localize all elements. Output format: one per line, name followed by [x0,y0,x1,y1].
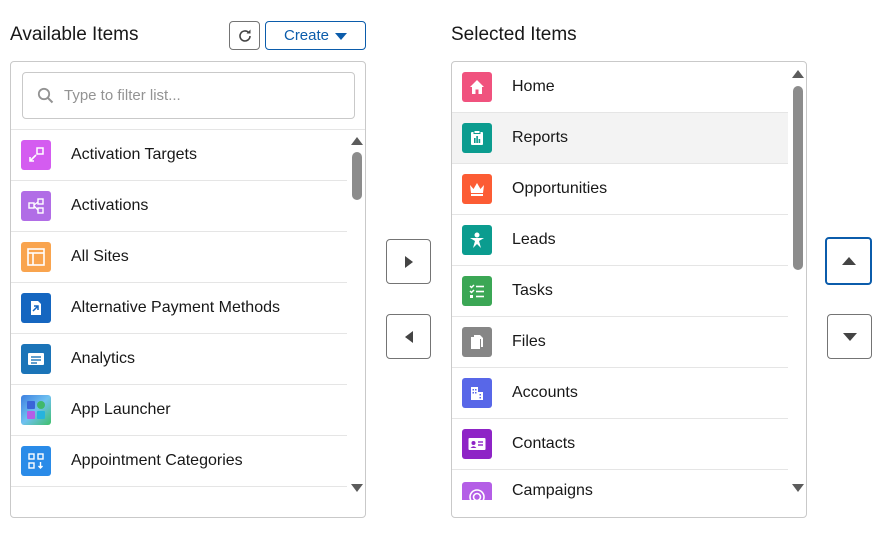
filter-field[interactable] [22,72,355,119]
list-item[interactable]: Activation Targets [11,130,347,181]
refresh-icon [238,29,251,42]
list-item-label: Campaigns [512,482,593,499]
list-item[interactable]: App Launcher [11,385,347,436]
list-item[interactable]: Leads [452,215,788,266]
home-icon [462,72,492,102]
move-to-available-button[interactable] [386,314,431,359]
scroll-up-arrow-icon[interactable] [351,137,363,145]
create-button[interactable]: Create [265,21,366,50]
list-item-label: Opportunities [512,180,608,197]
list-item-label: Alternative Payment Methods [71,299,280,316]
list-item-label: Reports [512,129,569,146]
tasks-icon [462,276,492,306]
list-item-label: App Launcher [71,401,171,418]
list-item-label: All Sites [71,248,129,265]
available-scrollbar[interactable] [349,134,365,496]
activation-targets-icon [21,140,51,170]
contacts-icon [462,429,492,459]
move-up-icon [841,257,856,265]
list-item-label: Tasks [512,282,553,299]
search-icon [37,87,54,104]
scroll-down-arrow-icon[interactable] [351,484,363,492]
list-item[interactable]: Accounts [452,368,788,419]
list-item[interactable]: Analytics [11,334,347,385]
activations-icon [21,191,51,221]
scroll-down-arrow-icon[interactable] [792,484,804,492]
list-item[interactable]: Activations [11,181,347,232]
list-item-label: Accounts [512,384,578,401]
list-item-label: Files [512,333,546,350]
list-item[interactable]: Home [452,62,788,113]
list-item-label: Analytics [71,350,136,367]
campaigns-icon [462,482,492,500]
accounts-icon [462,378,492,408]
leads-icon [462,225,492,255]
opportunities-icon [462,174,492,204]
list-item[interactable]: Tasks [452,266,788,317]
move-right-icon [404,255,413,268]
scroll-thumb[interactable] [793,86,803,270]
selected-scrollbar[interactable] [790,68,806,496]
filter-input[interactable] [64,87,324,104]
available-rows: Activation Targets Activations All Sites… [11,130,347,487]
list-item[interactable]: Appointment Categories [11,436,347,487]
available-items-title: Available Items [10,24,139,45]
app-launcher-icon [21,395,51,425]
available-items-list: Activation Targets Activations All Sites… [10,61,366,518]
create-label: Create [283,27,330,44]
list-item-label: Home [512,78,555,95]
list-item[interactable]: Alternative Payment Methods [11,283,347,334]
list-item-label: Appointment Categories [71,452,243,469]
analytics-icon [21,344,51,374]
appointment-categories-icon [21,446,51,476]
list-item[interactable]: Opportunities [452,164,788,215]
list-item[interactable]: All Sites [11,232,347,283]
list-item-label: Activation Targets [71,146,197,163]
scroll-up-arrow-icon[interactable] [792,70,804,78]
reports-icon [462,123,492,153]
list-item-label: Leads [512,231,556,248]
move-up-button[interactable] [825,237,872,285]
move-down-button[interactable] [827,314,872,359]
selected-items-title: Selected Items [451,24,577,45]
scroll-thumb[interactable] [352,152,362,200]
files-icon [462,327,492,357]
move-left-icon [404,330,413,343]
selected-items-list: Home Reports Opportunities Leads Tasks F… [451,61,807,518]
chevron-down-icon [335,33,348,40]
move-to-selected-button[interactable] [386,239,431,284]
list-item[interactable]: Files [452,317,788,368]
all-sites-icon [21,242,51,272]
refresh-button[interactable] [229,21,260,50]
list-item-selected[interactable]: Reports [452,113,788,164]
list-item-label: Activations [71,197,149,214]
list-item-label: Contacts [512,435,576,452]
move-down-icon [842,332,857,341]
list-item[interactable]: Contacts [452,419,788,470]
payment-methods-icon [21,293,51,323]
list-item[interactable]: Campaigns [452,470,788,500]
selected-rows: Home Reports Opportunities Leads Tasks F… [452,62,788,500]
